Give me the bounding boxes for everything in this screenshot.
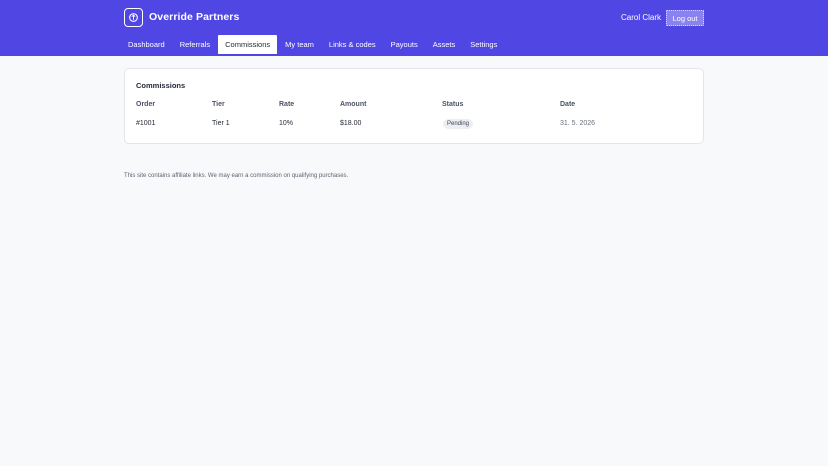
cell-order: #1001 xyxy=(136,120,156,127)
nav-item-links-codes[interactable]: Links & codes xyxy=(322,35,383,54)
column-header-tier: Tier xyxy=(212,101,225,108)
shield-icon xyxy=(124,8,143,27)
nav-item-dashboard[interactable]: Dashboard xyxy=(121,35,172,54)
nav-item-assets[interactable]: Assets xyxy=(426,35,463,54)
column-header-date: Date xyxy=(560,101,576,108)
cell-date: 31. 5. 2026 xyxy=(560,120,596,127)
column-header-amount: Amount xyxy=(340,101,367,108)
cell-rate: 10% xyxy=(279,120,294,127)
column-header-rate: Rate xyxy=(279,101,295,108)
user-name: Carol Clark xyxy=(621,13,662,22)
card-title: Commissions xyxy=(136,81,186,90)
status-badge: Pending xyxy=(443,119,474,129)
cell-amount: $18.00 xyxy=(340,120,362,127)
app-header: Override Partners Carol Clark Log out Da… xyxy=(0,0,828,56)
affiliate-disclosure: This site contains affiliate links. We m… xyxy=(124,173,349,179)
main-nav: Dashboard Referrals Commissions My team … xyxy=(121,35,505,54)
nav-item-commissions[interactable]: Commissions xyxy=(218,35,278,54)
nav-item-my-team[interactable]: My team xyxy=(278,35,321,54)
logout-button[interactable]: Log out xyxy=(666,10,704,26)
nav-item-referrals[interactable]: Referrals xyxy=(173,35,217,54)
nav-item-settings[interactable]: Settings xyxy=(463,35,504,54)
commissions-card: Commissions Order Tier Rate Amount Statu… xyxy=(124,68,704,144)
nav-item-payouts[interactable]: Payouts xyxy=(384,35,425,54)
cell-tier: Tier 1 xyxy=(212,120,230,127)
column-header-order: Order xyxy=(136,101,156,108)
brand-name[interactable]: Override Partners xyxy=(149,11,239,23)
column-header-status: Status xyxy=(442,101,464,108)
